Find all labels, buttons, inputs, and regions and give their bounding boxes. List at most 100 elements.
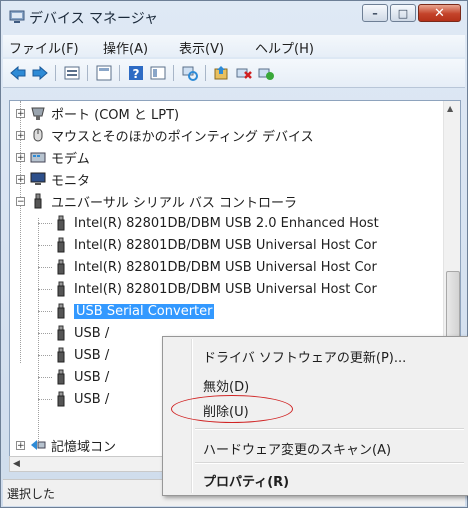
window-title: デバイス マネージャ bbox=[29, 11, 159, 27]
tree-item-label: モニタ bbox=[51, 173, 91, 189]
properties-icon[interactable] bbox=[63, 64, 81, 82]
expand-icon[interactable]: + bbox=[16, 130, 25, 140]
tree-item-label: USB / bbox=[74, 391, 110, 407]
usb-device-icon bbox=[57, 215, 65, 231]
menu-help[interactable]: ヘルプ(H) bbox=[255, 38, 314, 57]
tree-item-label: モデム bbox=[51, 151, 90, 167]
tree-line bbox=[38, 333, 52, 334]
usb-device-icon bbox=[57, 303, 65, 319]
tree-line bbox=[38, 223, 52, 224]
expand-icon[interactable]: + bbox=[16, 440, 25, 450]
close-icon: ✕ bbox=[434, 5, 445, 21]
close-button[interactable]: ✕ bbox=[418, 4, 461, 22]
mouse-icon bbox=[33, 128, 43, 142]
tree-item-usb-serial-converter[interactable]: USB Serial Converter bbox=[52, 301, 215, 321]
tree-item-label: USB / bbox=[74, 369, 110, 385]
monitor-icon bbox=[30, 172, 46, 185]
tree-item-label: ポート (COM と LPT) bbox=[51, 107, 180, 123]
disable-menu-item[interactable]: 無効(D) bbox=[203, 376, 249, 395]
expand-icon[interactable]: + bbox=[16, 152, 25, 162]
tree-item-label: ユニバーサル シリアル バス コントローラ bbox=[51, 195, 298, 211]
update-driver-icon[interactable] bbox=[213, 64, 231, 82]
device-manager-window: デバイス マネージャ – □ ✕ ファイル(F) 操作(A) 表示(V) ヘルプ… bbox=[0, 0, 468, 508]
tree-line bbox=[38, 289, 52, 290]
tree-item-usb-device[interactable]: Intel(R) 82801DB/DBM USB Universal Host … bbox=[52, 257, 377, 277]
menu-bar: ファイル(F) 操作(A) 表示(V) ヘルプ(H) bbox=[3, 35, 465, 57]
tree-line bbox=[38, 218, 39, 445]
usb-device-icon bbox=[57, 391, 65, 407]
port-icon bbox=[31, 107, 45, 120]
tree-item-usb-device[interactable]: USB / bbox=[52, 367, 109, 387]
tree-item-monitor[interactable]: + モニタ bbox=[16, 169, 90, 189]
maximize-icon: □ bbox=[397, 6, 409, 20]
menu-separator bbox=[195, 428, 464, 430]
tree-item-label: Intel(R) 82801DB/DBM USB Universal Host … bbox=[74, 237, 377, 253]
usb-device-icon bbox=[57, 347, 65, 363]
back-icon[interactable] bbox=[9, 64, 27, 82]
tree-item-storage[interactable]: + 記憶域コン bbox=[16, 435, 116, 455]
toolbar-separator bbox=[205, 65, 206, 81]
tree-item-ports[interactable]: + ポート (COM と LPT) bbox=[16, 103, 179, 123]
tree-item-usb-device[interactable]: Intel(R) 82801DB/DBM USB Universal Host … bbox=[52, 279, 377, 299]
help-icon[interactable]: ? bbox=[127, 64, 145, 82]
tree-line bbox=[38, 355, 52, 356]
usb-device-icon bbox=[57, 237, 65, 253]
tree-line bbox=[38, 245, 52, 246]
scan-icon[interactable] bbox=[181, 64, 199, 82]
menu-action[interactable]: 操作(A) bbox=[103, 38, 148, 57]
maximize-button[interactable]: □ bbox=[390, 4, 416, 22]
scan-hardware-menu-item[interactable]: ハードウェア変更のスキャン(A) bbox=[203, 439, 391, 458]
details-icon[interactable] bbox=[149, 64, 167, 82]
toolbar-separator bbox=[173, 65, 174, 81]
toolbar-separator bbox=[55, 65, 56, 81]
svg-text:?: ? bbox=[133, 67, 140, 81]
scroll-left-icon[interactable]: ◀ bbox=[13, 459, 20, 469]
usb-device-icon bbox=[57, 281, 65, 297]
tree-item-usb-device[interactable]: USB / bbox=[52, 389, 109, 409]
tree-item-label: マウスとそのほかのポインティング デバイス bbox=[51, 129, 314, 145]
tree-item-usb-device[interactable]: Intel(R) 82801DB/DBM USB 2.0 Enhanced Ho… bbox=[52, 213, 379, 233]
tree-item-label: USB Serial Converter bbox=[74, 303, 215, 319]
annotation-circle bbox=[171, 395, 293, 423]
forward-icon[interactable] bbox=[31, 64, 49, 82]
tree-item-label: USB / bbox=[74, 325, 110, 341]
tree-line bbox=[38, 399, 52, 400]
toolbar-separator bbox=[87, 65, 88, 81]
tree-line bbox=[38, 311, 52, 312]
storage-icon bbox=[31, 440, 46, 450]
tree-item-mice[interactable]: + マウスとそのほかのポインティング デバイス bbox=[16, 125, 314, 145]
modem-icon bbox=[30, 152, 46, 163]
context-menu: ドライバ ソフトウェアの更新(P)... 無効(D) 削除(U) ハードウェア変… bbox=[162, 336, 468, 496]
title-bar[interactable]: デバイス マネージャ – □ ✕ bbox=[1, 1, 467, 33]
usb-device-icon bbox=[57, 259, 65, 275]
minimize-icon: – bbox=[372, 6, 378, 20]
toolbar: ? bbox=[3, 59, 465, 88]
device-manager-icon bbox=[9, 10, 25, 23]
tree-item-usb-device[interactable]: USB / bbox=[52, 323, 109, 343]
properties-menu-item[interactable]: プロパティ(R) bbox=[203, 471, 289, 490]
usb-icon bbox=[34, 193, 42, 209]
enable-icon[interactable] bbox=[257, 64, 275, 82]
collapse-icon[interactable]: − bbox=[16, 196, 25, 206]
tree-item-label: USB / bbox=[74, 347, 110, 363]
tree-item-modem[interactable]: + モデム bbox=[16, 147, 90, 167]
tree-item-usb-device[interactable]: Intel(R) 82801DB/DBM USB Universal Host … bbox=[52, 235, 377, 255]
minimize-button[interactable]: – bbox=[362, 4, 388, 22]
tree-line bbox=[38, 267, 52, 268]
caption-buttons: – □ ✕ bbox=[360, 4, 461, 22]
tree-item-usb-device[interactable]: USB / bbox=[52, 345, 109, 365]
tree-line bbox=[38, 377, 52, 378]
tree-item-usb-controllers[interactable]: − ユニバーサル シリアル バス コントローラ bbox=[16, 191, 297, 211]
expand-icon[interactable]: + bbox=[16, 174, 25, 184]
menu-view[interactable]: 表示(V) bbox=[179, 38, 224, 57]
tree-item-label: Intel(R) 82801DB/DBM USB 2.0 Enhanced Ho… bbox=[74, 215, 379, 231]
menu-file[interactable]: ファイル(F) bbox=[9, 38, 79, 57]
menu-separator bbox=[195, 462, 464, 464]
scroll-up-icon[interactable]: ▲ bbox=[447, 104, 453, 113]
view-icon[interactable] bbox=[95, 64, 113, 82]
expand-icon[interactable]: + bbox=[16, 108, 25, 118]
usb-device-icon bbox=[57, 325, 65, 341]
status-text: 選択した bbox=[7, 487, 56, 501]
uninstall-icon[interactable] bbox=[235, 64, 253, 82]
update-driver-menu-item[interactable]: ドライバ ソフトウェアの更新(P)... bbox=[203, 347, 406, 366]
